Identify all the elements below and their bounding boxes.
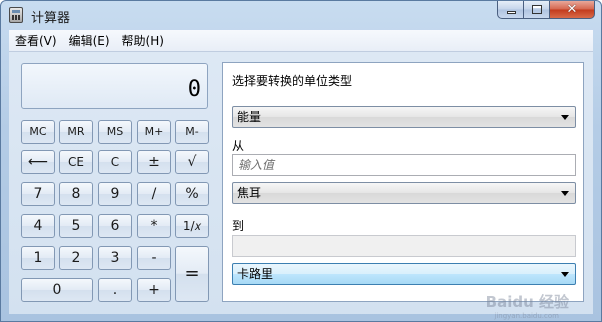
chevron-down-icon bbox=[561, 191, 569, 196]
digit-3-button[interactable]: 3 bbox=[98, 246, 132, 270]
digit-6-button[interactable]: 6 bbox=[98, 214, 132, 238]
memory-recall-button[interactable]: MR bbox=[59, 120, 93, 144]
digit-0-button[interactable]: 0 bbox=[21, 278, 93, 302]
display-value: 0 bbox=[187, 77, 201, 102]
close-button[interactable]: ✕ bbox=[550, 1, 595, 19]
digit-8-button[interactable]: 8 bbox=[59, 182, 93, 206]
menu-view[interactable]: 查看(V) bbox=[9, 32, 63, 49]
memory-clear-button[interactable]: MC bbox=[21, 120, 55, 144]
subtract-button[interactable]: - bbox=[137, 246, 171, 270]
clear-entry-button[interactable]: CE bbox=[59, 150, 93, 174]
window-controls: ✕ bbox=[497, 1, 595, 20]
from-label: 从 bbox=[232, 139, 245, 153]
baidu-watermark: Baidu 经验 bbox=[485, 293, 569, 311]
minimize-button[interactable] bbox=[497, 1, 524, 19]
equals-button[interactable]: = bbox=[175, 246, 209, 302]
memory-store-button[interactable]: MS bbox=[98, 120, 132, 144]
to-value-output bbox=[232, 235, 576, 257]
menu-bar: 查看(V) 编辑(E) 帮助(H) bbox=[9, 30, 593, 52]
result-display: 0 bbox=[21, 63, 208, 109]
negate-button[interactable]: ± bbox=[137, 150, 171, 174]
main-area: 0 MC MR MS M+ M- ⟵ CE C ± √ 7 8 9 / % 4 … bbox=[9, 52, 593, 320]
divide-button[interactable]: / bbox=[137, 182, 171, 206]
decimal-button[interactable]: . bbox=[98, 278, 132, 302]
multiply-button[interactable]: * bbox=[137, 214, 171, 238]
digit-2-button[interactable]: 2 bbox=[59, 246, 93, 270]
minimize-icon bbox=[507, 11, 516, 14]
digit-9-button[interactable]: 9 bbox=[98, 182, 132, 206]
unit-type-value: 能量 bbox=[237, 110, 262, 124]
baidu-watermark-url: jingyan.baidu.com bbox=[494, 312, 559, 320]
menu-edit[interactable]: 编辑(E) bbox=[63, 32, 116, 49]
to-label: 到 bbox=[232, 219, 245, 233]
maximize-button[interactable] bbox=[524, 1, 550, 19]
square-root-button[interactable]: √ bbox=[175, 150, 209, 174]
menu-help[interactable]: 帮助(H) bbox=[116, 32, 170, 49]
digit-4-button[interactable]: 4 bbox=[21, 214, 55, 238]
unit-conversion-panel: 选择要转换的单位类型 能量 从 输入值 焦耳 到 卡路里 bbox=[222, 62, 584, 302]
add-button[interactable]: + bbox=[137, 278, 171, 302]
to-unit-value: 卡路里 bbox=[237, 267, 274, 281]
clear-button[interactable]: C bbox=[98, 150, 132, 174]
digit-7-button[interactable]: 7 bbox=[21, 182, 55, 206]
maximize-icon bbox=[532, 5, 542, 14]
unit-type-select[interactable]: 能量 bbox=[232, 106, 576, 128]
percent-button[interactable]: % bbox=[175, 182, 209, 206]
calculator-window: 计算器 ✕ 查看(V) 编辑(E) 帮助(H) 0 MC MR MS M+ M-… bbox=[0, 0, 602, 322]
memory-add-button[interactable]: M+ bbox=[137, 120, 171, 144]
close-icon: ✕ bbox=[566, 2, 578, 17]
from-unit-value: 焦耳 bbox=[237, 186, 262, 200]
chevron-down-icon bbox=[561, 115, 569, 120]
to-unit-select[interactable]: 卡路里 bbox=[232, 263, 576, 285]
title-bar[interactable]: 计算器 ✕ bbox=[1, 1, 601, 29]
from-unit-select[interactable]: 焦耳 bbox=[232, 182, 576, 204]
from-value-input[interactable]: 输入值 bbox=[232, 154, 576, 176]
reciprocal-button[interactable]: 1/𝑥 bbox=[175, 214, 209, 238]
digit-5-button[interactable]: 5 bbox=[59, 214, 93, 238]
backspace-button[interactable]: ⟵ bbox=[21, 150, 55, 174]
window-title: 计算器 bbox=[31, 11, 71, 26]
unit-type-prompt: 选择要转换的单位类型 bbox=[232, 74, 353, 88]
calculator-icon bbox=[9, 7, 23, 23]
digit-1-button[interactable]: 1 bbox=[21, 246, 55, 270]
chevron-down-icon bbox=[561, 272, 569, 277]
memory-subtract-button[interactable]: M- bbox=[175, 120, 209, 144]
